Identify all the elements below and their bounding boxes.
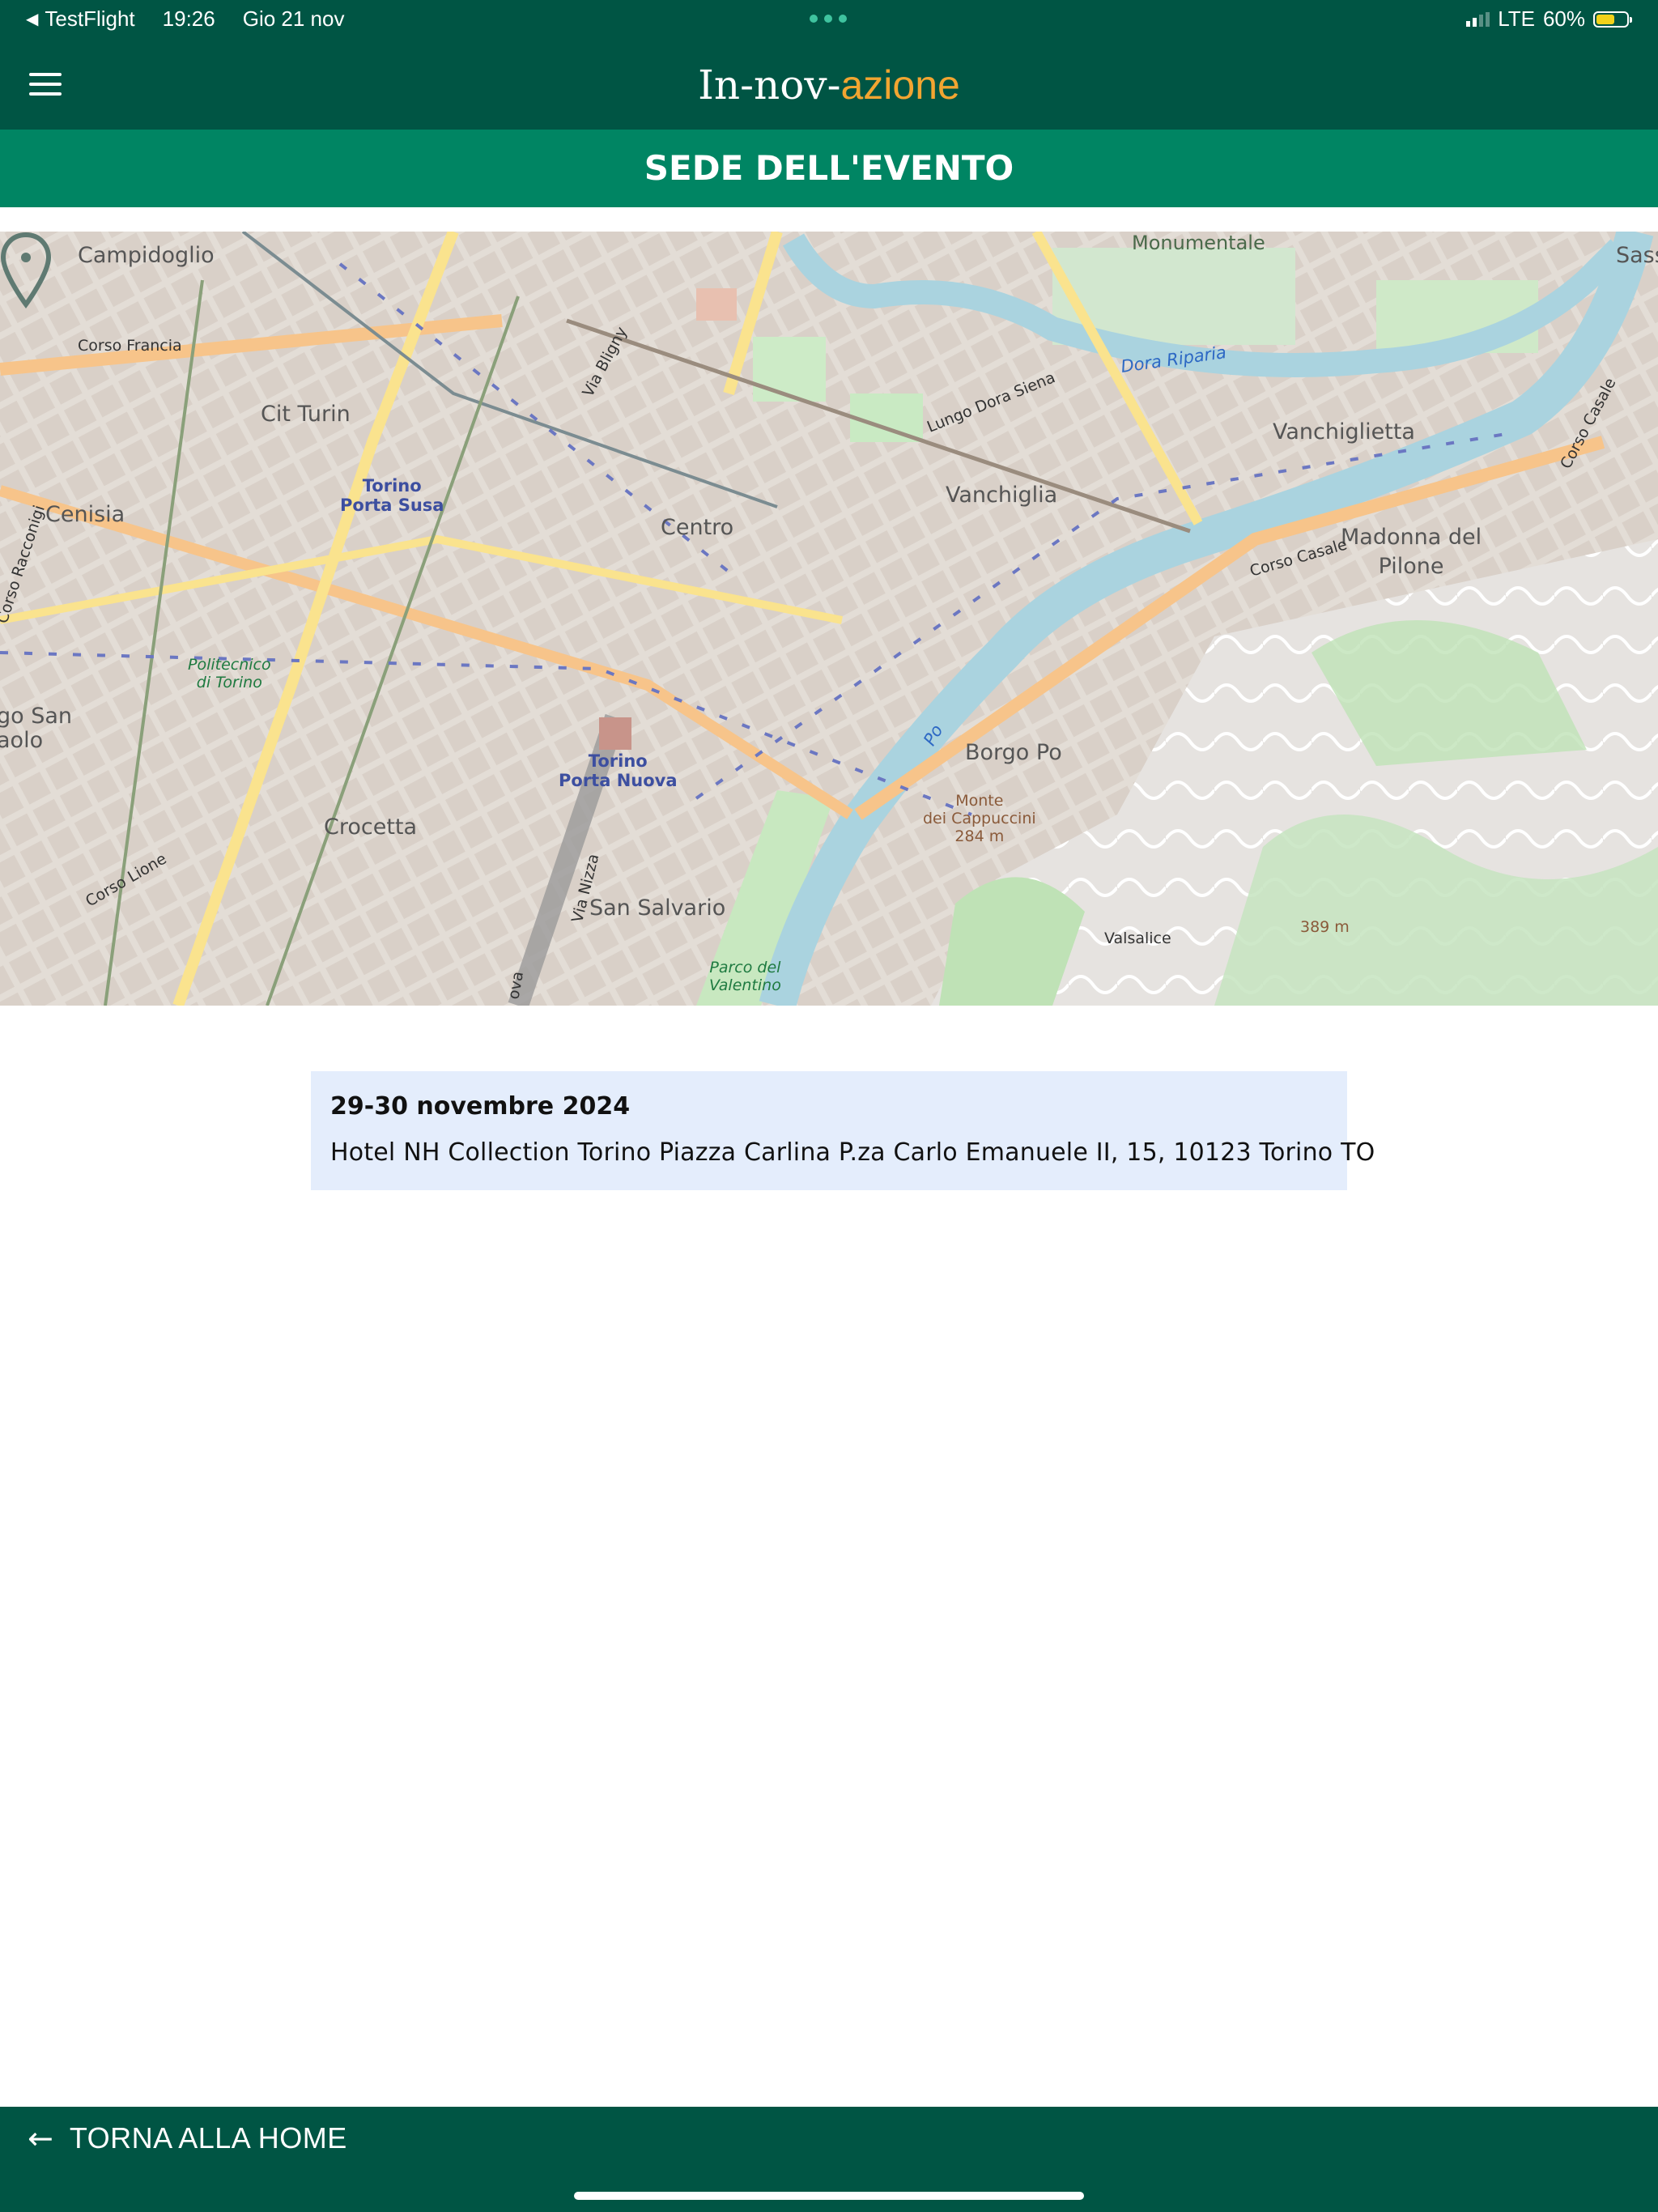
map-label-borgo-po: Borgo Po [965, 740, 1062, 765]
status-time: 19:26 [162, 6, 215, 31]
app-header: In-nov-azione [0, 39, 1658, 130]
map-label-elevation: 389 m [1300, 918, 1350, 936]
map-label-porta-nuova: Torino Porta Nuova [559, 751, 678, 790]
map-label-corso-francia: Corso Francia [78, 337, 182, 355]
event-info-card: 29-30 novembre 2024 Hotel NH Collection … [311, 1071, 1375, 1190]
brand-logo: In-nov-azione [0, 62, 1658, 108]
map-label-porta-susa: Torino Porta Susa [340, 476, 444, 515]
map-label-sassi: Sass [1616, 243, 1658, 268]
map-label-campidoglio: Campidoglio [78, 243, 215, 268]
event-date: 29-30 novembre 2024 [330, 1092, 631, 1121]
battery-icon [1593, 11, 1632, 28]
network-type: LTE [1498, 6, 1535, 31]
arrow-left-icon: ← [28, 2121, 53, 2156]
event-address: Hotel NH Collection Torino Piazza Carlin… [330, 1138, 1375, 1167]
map-label-valsalice: Valsalice [1104, 929, 1171, 947]
back-triangle-icon[interactable]: ◀ [26, 9, 38, 29]
event-location-map[interactable]: Campidoglio Monumentale Sass Corso Franc… [0, 232, 1658, 1006]
map-label-san-paolo: go San aolo [0, 704, 73, 753]
brand-part2: azione [840, 62, 960, 108]
map-label-parco-valentino: Parco del Valentino [709, 959, 781, 994]
status-date: Gio 21 nov [242, 6, 345, 31]
back-home-button[interactable]: ← TORNA ALLA HOME [28, 2121, 347, 2155]
map-label-madonna-del-pilone: Madonna del Pilone [1341, 525, 1482, 579]
status-right: LTE 60% [1466, 6, 1632, 32]
map-label-centro: Centro [661, 515, 734, 540]
map-label-san-salvario: San Salvario [589, 895, 726, 921]
status-bar: ◀ TestFlight 19:26 Gio 21 nov LTE 60% [0, 0, 1658, 39]
brand-part1: In-nov- [698, 62, 841, 108]
map-label-politecnico: Politecnico di Torino [188, 656, 271, 691]
cellular-signal-icon [1466, 11, 1490, 27]
map-label-cenisia: Cenisia [45, 502, 125, 527]
map-label-vanchiglia: Vanchiglia [946, 483, 1058, 508]
map-label-monumentale: Monumentale [1132, 232, 1265, 254]
map-label-monte-cappuccini: Monte dei Cappuccini 284 m [923, 792, 1036, 845]
status-left: ◀ TestFlight 19:26 Gio 21 nov [26, 6, 344, 32]
map-tiles [0, 232, 1658, 1006]
multitasking-dots-icon[interactable] [810, 15, 847, 23]
battery-percent: 60% [1542, 6, 1585, 31]
home-indicator[interactable] [574, 2192, 1084, 2200]
map-pin-icon[interactable] [0, 232, 52, 309]
back-app-label[interactable]: TestFlight [45, 6, 134, 32]
page-title: SEDE DELL'EVENTO [0, 130, 1658, 207]
back-home-label: TORNA ALLA HOME [69, 2121, 347, 2155]
map-label-vanchiglietta: Vanchiglietta [1273, 419, 1415, 445]
map-label-cit-turin: Cit Turin [261, 402, 351, 427]
map-label-crocetta: Crocetta [324, 815, 418, 840]
